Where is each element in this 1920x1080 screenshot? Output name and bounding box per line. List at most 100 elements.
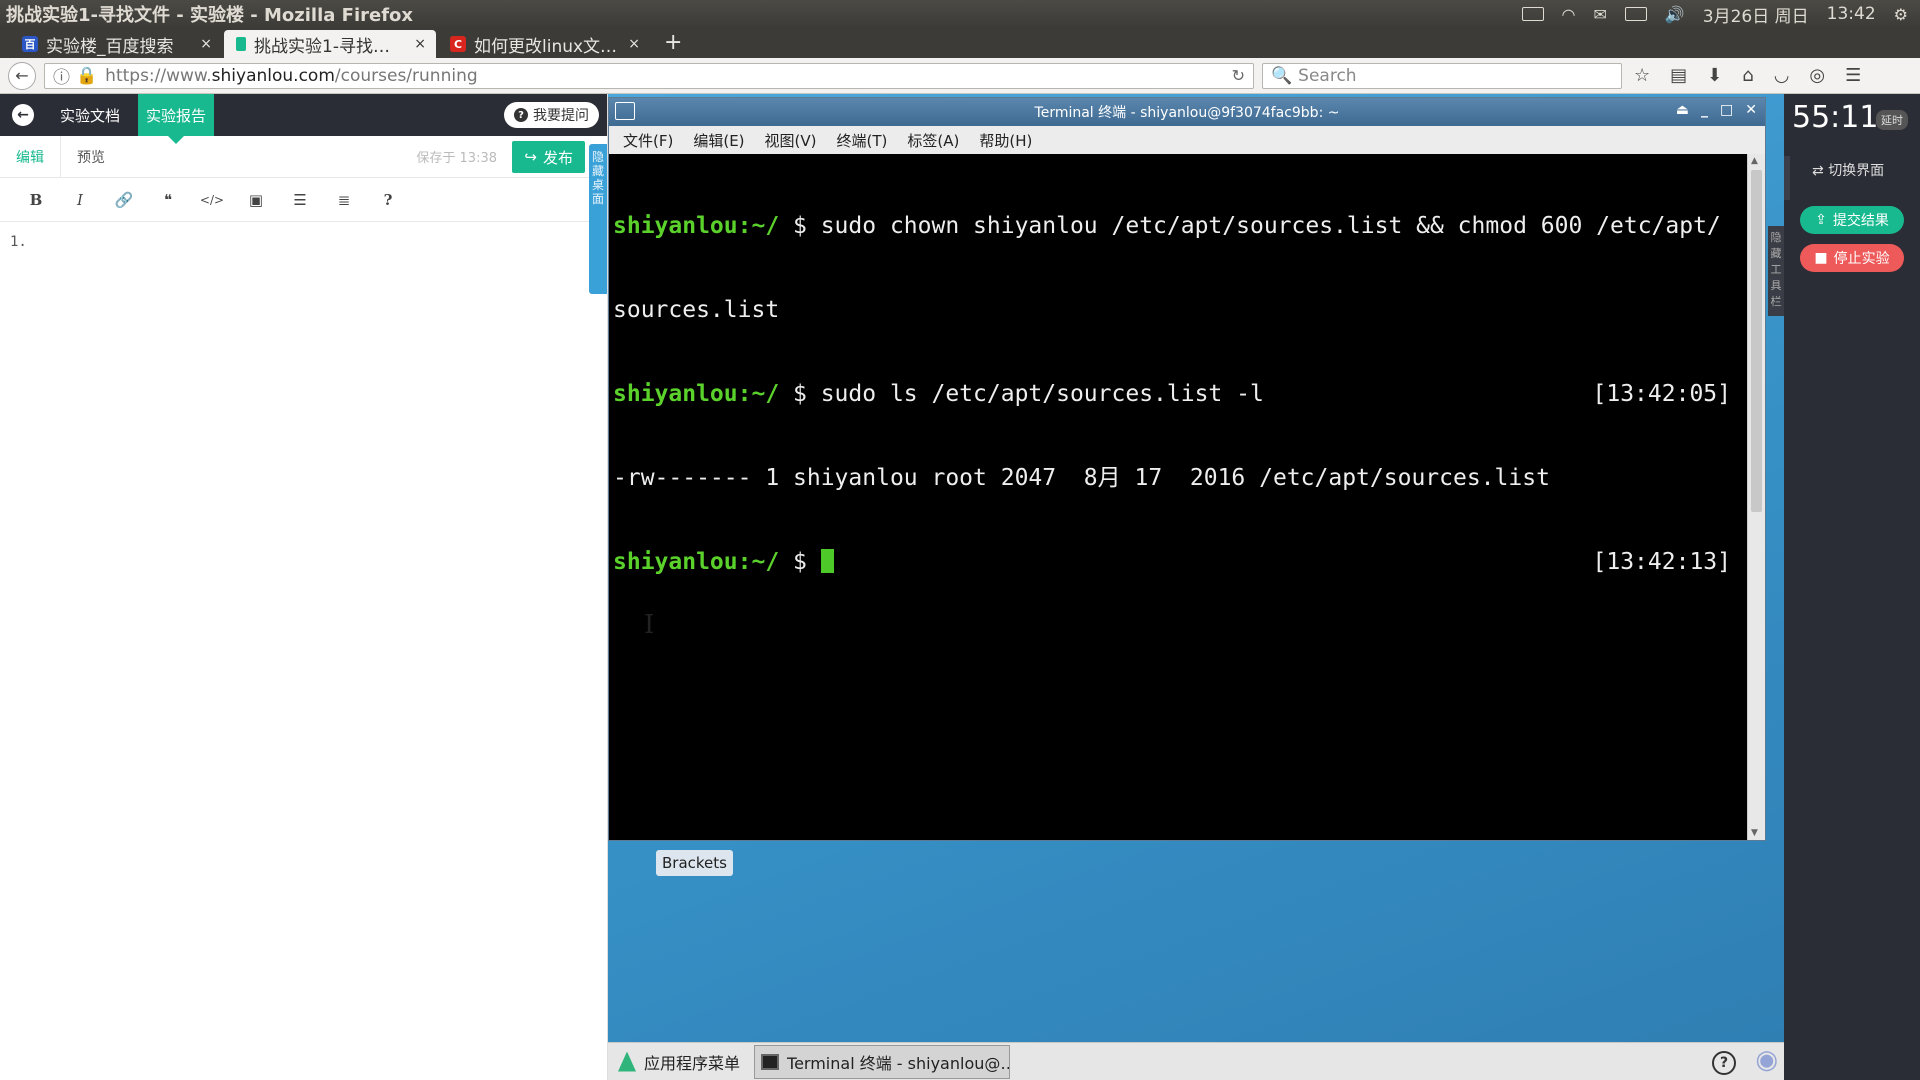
tab-lab-report[interactable]: 实验报告: [138, 94, 215, 144]
desktop-taskbar: 应用程序菜单 Terminal 终端 - shiyanlou@… ? ◉: [608, 1042, 1784, 1080]
collapse-handle[interactable]: [1784, 156, 1790, 200]
publish-label: 发布: [542, 148, 573, 167]
shade-icon[interactable]: ⏏: [1676, 102, 1689, 118]
markdown-editor[interactable]: 1.: [0, 222, 607, 262]
mail-icon[interactable]: ✉: [1593, 5, 1606, 24]
url-prefix: https://www.: [105, 65, 212, 86]
menu-help[interactable]: 帮助(H): [979, 130, 1032, 151]
battery-icon[interactable]: [1624, 7, 1647, 21]
menu-edit[interactable]: 编辑(E): [693, 130, 744, 151]
back-arrow-icon[interactable]: ←: [12, 104, 34, 126]
search-input[interactable]: 🔍 Search: [1262, 62, 1622, 89]
hide-toolbar-tab[interactable]: 隐藏工具栏: [1768, 226, 1784, 316]
minimize-icon[interactable]: _: [1701, 102, 1708, 118]
close-icon[interactable]: ×: [414, 36, 426, 52]
tab-challenge[interactable]: 挑战实验1-寻找… ×: [224, 30, 436, 58]
terminal-output[interactable]: shiyanlou:~/ $ sudo chown shiyanlou /etc…: [609, 154, 1747, 840]
bold-icon[interactable]: B: [14, 191, 58, 209]
image-icon[interactable]: ▣: [234, 191, 278, 209]
download-icon[interactable]: ⬇: [1707, 65, 1722, 86]
volume-icon[interactable]: 🔊: [1665, 5, 1685, 24]
unordered-list-icon[interactable]: ≣: [322, 191, 366, 209]
terminal-line: -rw------- 1 shiyanlou root 2047 8月 17 2…: [613, 464, 1743, 492]
ordered-list-icon[interactable]: ☰: [278, 191, 322, 209]
shiyanlou-favicon-icon: [236, 37, 246, 51]
ask-question-button[interactable]: ? 我要提问: [504, 102, 599, 128]
watermark-logo-icon: ◉: [1755, 1045, 1778, 1075]
scroll-down-icon[interactable]: ▼: [1751, 828, 1758, 838]
ask-question-label: 我要提问: [533, 108, 589, 124]
maximize-icon[interactable]: □: [1720, 102, 1733, 118]
switch-ui-label: 切换界面: [1828, 163, 1885, 179]
menu-icon[interactable]: ☰: [1845, 65, 1861, 86]
window-title-bar: 挑战实验1-寻找文件 - 实验楼 - Mozilla Firefox ◠ ✉ 🔊…: [0, 0, 1920, 28]
tab-preview[interactable]: 预览: [61, 136, 121, 178]
keyboard-icon[interactable]: [1521, 7, 1544, 21]
pocket-icon[interactable]: ◡: [1774, 65, 1790, 86]
reading-list-icon[interactable]: ▤: [1670, 65, 1687, 86]
prompt: shiyanlou:~/: [613, 381, 780, 407]
shuffle-icon: ⇄: [1812, 163, 1824, 179]
stop-lab-button[interactable]: ■ 停止实验: [1800, 244, 1904, 272]
tab-lab-docs[interactable]: 实验文档: [60, 94, 120, 136]
hide-desktop-tab[interactable]: 隐藏桌面: [589, 144, 607, 294]
scroll-thumb[interactable]: [1751, 170, 1762, 512]
navigation-bar: ← ⓘ 🔒 https://www. shiyanlou.com/courses/…: [0, 58, 1920, 94]
delay-badge[interactable]: 延时: [1876, 110, 1908, 130]
code-icon[interactable]: </>: [190, 193, 234, 207]
report-panel: ← 实验文档 实验报告 ? 我要提问 编辑 预览 保存于 13:38 ↪ 发布 …: [0, 94, 608, 1080]
menu-view[interactable]: 视图(V): [765, 130, 817, 151]
share-arrow-icon: ↪: [524, 148, 537, 166]
new-tab-button[interactable]: +: [664, 30, 682, 55]
quote-icon[interactable]: ❝: [146, 191, 190, 209]
tab-baidu[interactable]: 百 实验楼_百度搜索 ×: [10, 30, 222, 58]
help-icon[interactable]: ?: [366, 191, 410, 209]
terminal-title-bar[interactable]: Terminal 终端 - shiyanlou@9f3074fac9bb: ~ …: [609, 98, 1765, 126]
terminal-app-icon[interactable]: [615, 102, 635, 120]
baidu-favicon-icon: 百: [22, 36, 38, 52]
tab-edit[interactable]: 编辑: [0, 135, 61, 178]
taskbar-terminal-item[interactable]: Terminal 终端 - shiyanlou@…: [754, 1044, 1011, 1079]
command-text: $ sudo chown shiyanlou /etc/apt/sources.…: [779, 213, 1721, 239]
back-button[interactable]: ←: [8, 61, 36, 90]
timestamp: [13:42:05]: [1592, 381, 1731, 407]
search-placeholder: Search: [1298, 65, 1357, 86]
submit-result-button[interactable]: ⇪ 提交结果: [1800, 206, 1904, 234]
info-icon[interactable]: ⓘ: [53, 63, 70, 88]
mouse-cursor-icon: I: [644, 610, 655, 640]
close-icon[interactable]: ×: [200, 36, 212, 52]
terminal-title: Terminal 终端 - shiyanlou@9f3074fac9bb: ~: [1034, 105, 1340, 121]
link-icon[interactable]: 🔗: [102, 191, 146, 209]
italic-icon[interactable]: I: [58, 191, 102, 209]
menu-tabs[interactable]: 标签(A): [907, 130, 959, 151]
app-menu-logo-icon: [618, 1051, 636, 1072]
tab-linux-question[interactable]: C 如何更改linux文… ×: [438, 30, 650, 58]
reload-icon[interactable]: ↻: [1232, 66, 1245, 85]
close-icon[interactable]: ✕: [1745, 102, 1757, 118]
bookmark-star-icon[interactable]: ☆: [1634, 65, 1650, 86]
wifi-icon[interactable]: ◠: [1562, 5, 1576, 24]
lock-icon: 🔒: [76, 65, 98, 86]
brackets-desktop-icon[interactable]: Brackets: [656, 850, 733, 876]
terminal-line: sources.list: [613, 296, 1743, 324]
gear-icon[interactable]: ⚙: [1894, 5, 1908, 24]
tray-time[interactable]: 13:42: [1827, 4, 1876, 24]
command-text: sources.list: [613, 297, 780, 323]
menu-file[interactable]: 文件(F): [623, 130, 673, 151]
sync-icon[interactable]: ◎: [1809, 65, 1825, 86]
tray-date[interactable]: 3月26日 周日: [1703, 2, 1809, 27]
switch-ui-button[interactable]: ⇄ 切换界面: [1812, 160, 1884, 180]
terminal-menu-bar: 文件(F) 编辑(E) 视图(V) 终端(T) 标签(A) 帮助(H): [609, 126, 1765, 154]
app-menu-button[interactable]: 应用程序菜单: [618, 1050, 740, 1074]
home-icon[interactable]: ⌂: [1742, 65, 1753, 86]
tab-label: 如何更改linux文…: [474, 36, 618, 57]
help-icon[interactable]: ?: [1712, 1051, 1736, 1075]
report-header: ← 实验文档 实验报告 ? 我要提问: [0, 94, 607, 144]
menu-terminal[interactable]: 终端(T): [837, 130, 888, 151]
publish-button[interactable]: ↪ 发布: [512, 141, 585, 173]
terminal-scrollbar[interactable]: ▲ ▼: [1747, 154, 1765, 840]
close-icon[interactable]: ×: [628, 36, 640, 52]
url-bar[interactable]: ⓘ 🔒 https://www. shiyanlou.com/courses/ru…: [44, 62, 1254, 89]
window-controls: ⏏ _ □ ✕: [1676, 102, 1757, 118]
scroll-up-icon[interactable]: ▲: [1751, 156, 1758, 166]
